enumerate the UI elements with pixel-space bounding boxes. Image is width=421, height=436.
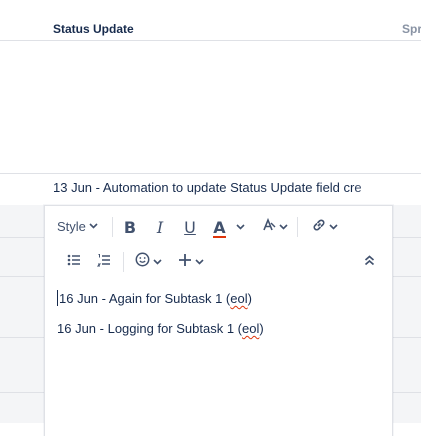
- text-fade: [352, 176, 394, 198]
- misspelled-word[interactable]: eol: [242, 321, 259, 336]
- numbered-list-icon: [96, 253, 111, 272]
- text-color-icon: A: [213, 217, 226, 238]
- collapse-toolbar-button[interactable]: [359, 252, 379, 272]
- text-color-button[interactable]: A: [209, 216, 249, 238]
- insert-element-button[interactable]: [175, 252, 207, 272]
- underline-button[interactable]: U: [180, 216, 200, 238]
- chevron-down-icon: [278, 222, 288, 232]
- row-divider: [392, 276, 421, 277]
- rich-text-editor[interactable]: Style B I U A 16 Jun - Again for Subtask…: [44, 205, 393, 436]
- column-header-next[interactable]: Spr: [402, 22, 421, 36]
- toolbar-separator: [112, 217, 113, 237]
- numbered-list-button[interactable]: [95, 252, 113, 272]
- editor-content[interactable]: 16 Jun - Again for Subtask 1 (eol) 16 Ju…: [57, 288, 264, 348]
- chevron-down-icon: [89, 221, 98, 231]
- more-formatting-button[interactable]: [257, 216, 291, 238]
- insert-link-button[interactable]: [307, 216, 341, 238]
- chevron-down-icon: [328, 222, 338, 232]
- editor-line: 16 Jun - Logging for Subtask 1 (eol): [57, 321, 264, 336]
- emoji-button[interactable]: [133, 252, 163, 272]
- row-divider: [0, 173, 421, 174]
- editor-line: 16 Jun - Again for Subtask 1 (eol): [57, 290, 252, 306]
- column-header-status-update[interactable]: Status Update: [53, 22, 134, 36]
- editor-toolbar-row-2: [45, 246, 392, 280]
- smiley-icon: [135, 252, 150, 272]
- bold-button[interactable]: B: [120, 216, 140, 238]
- text-style-dropdown[interactable]: Style: [57, 216, 98, 236]
- row-divider: [0, 337, 44, 338]
- misspelled-word[interactable]: eol: [230, 291, 247, 306]
- chevron-down-icon: [195, 257, 204, 267]
- toolbar-separator: [123, 252, 124, 272]
- row-divider: [0, 237, 44, 238]
- editor-toolbar-row-1: Style B I U A: [45, 210, 392, 244]
- link-icon: [311, 217, 327, 238]
- toolbar-separator: [297, 217, 298, 237]
- text-caret: [57, 290, 58, 306]
- row-divider: [392, 392, 421, 393]
- double-chevron-up-icon: [364, 253, 375, 271]
- italic-button[interactable]: I: [150, 216, 170, 238]
- previous-status-text: 13 Jun - Automation to update Status Upd…: [53, 180, 362, 195]
- bullet-list-button[interactable]: [65, 252, 83, 272]
- chevron-down-icon: [236, 222, 245, 232]
- plus-icon: [178, 253, 192, 272]
- table-header-divider: [0, 40, 421, 41]
- row-divider: [0, 276, 44, 277]
- text-style-label: Style: [57, 218, 86, 234]
- chevron-down-icon: [152, 257, 162, 267]
- row-divider: [0, 392, 44, 393]
- row-divider: [392, 337, 421, 338]
- bullet-list-icon: [67, 253, 81, 272]
- row-divider: [392, 237, 421, 238]
- clear-formatting-icon: [261, 217, 277, 238]
